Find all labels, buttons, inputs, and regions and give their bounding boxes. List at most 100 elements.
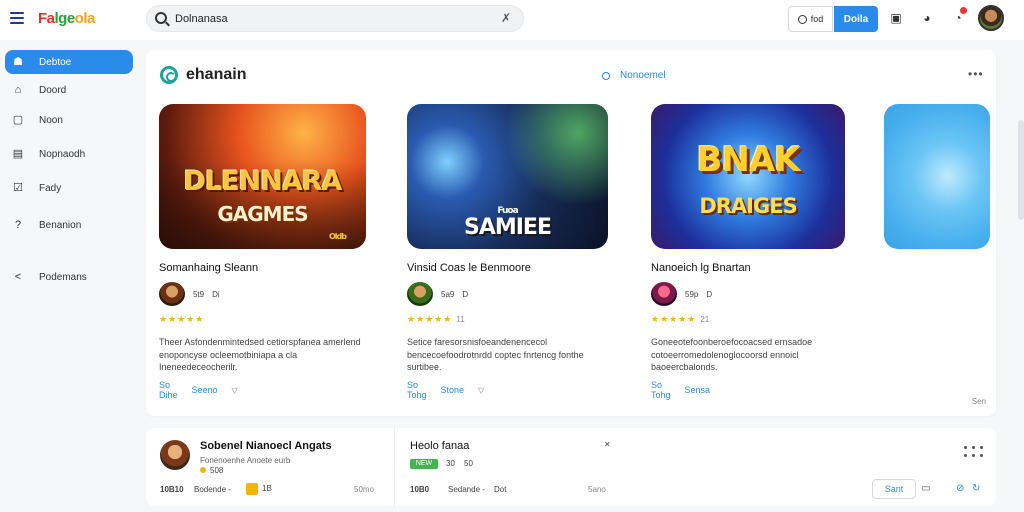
games-section: ehanain Nonoemel ••• DLENNARA GAGMES Old… xyxy=(146,50,996,416)
logo-part-2: lge xyxy=(54,10,76,27)
game-action-secondary[interactable]: Sensa xyxy=(685,385,711,395)
search-bar: ✗ xyxy=(146,5,524,32)
developer-avatar[interactable] xyxy=(159,282,185,306)
card-icon[interactable]: ▭ xyxy=(921,483,930,494)
rating-count: 11 xyxy=(456,315,465,324)
game-meta-b: D xyxy=(706,289,713,299)
top-bar: Falgeola ✗ fod Doila ▣ ◕ ◔ xyxy=(0,0,1024,40)
sidebar-item-label: Fady xyxy=(39,182,62,194)
game-thumbnail[interactable]: BNAK DRAIGES xyxy=(651,104,845,249)
primary-button[interactable]: Doila xyxy=(834,6,878,32)
scrollbar[interactable] xyxy=(1018,120,1024,220)
sidebar: ☗ Debtoe ⌂ Doord ▢ Noon ▤ Nopnaodh ☑ Fad… xyxy=(0,44,140,512)
game-description: Theer Asfondenmintedsed cetiorspfanea am… xyxy=(159,337,361,372)
game-art-tag: Oldb xyxy=(329,232,347,241)
bottom-right-title[interactable]: Heolo fanaa xyxy=(410,440,469,452)
sidebar-item-3[interactable]: ▤ Nopnaodh xyxy=(5,142,133,166)
game-meta: 5t9 Di xyxy=(159,282,220,306)
game-action-primary[interactable]: So Tohg xyxy=(407,380,427,400)
app-logo[interactable]: Falgeola xyxy=(38,10,95,27)
game-meta-a: 5a9 xyxy=(441,289,455,299)
logo-part-3: ola xyxy=(74,10,96,27)
game-art-subtitle: SAMIEE xyxy=(463,215,552,240)
bottom-left-stat-3-wrap: 1B xyxy=(242,483,272,495)
card-footer-label: Sen xyxy=(971,397,986,406)
question-icon: ? xyxy=(14,219,22,231)
game-actions: So Dihe Seeno ▽ xyxy=(159,380,238,400)
chevron-down-icon[interactable]: ▽ xyxy=(232,386,238,395)
link-icon[interactable]: ⊘ xyxy=(956,483,964,494)
game-action-primary[interactable]: So Tohg xyxy=(651,380,671,400)
bottom-right-stat-b: 50 xyxy=(464,459,473,468)
rating-stars: ★★★★★ 21 xyxy=(651,314,710,324)
game-actions: So Tohg Sensa xyxy=(651,380,710,400)
chart-icon: ▤ xyxy=(12,148,24,160)
logo-part-1: Fa xyxy=(38,10,55,27)
ring-icon xyxy=(602,71,610,80)
bottom-left-stat-1: 10B10 xyxy=(160,485,184,494)
menu-icon[interactable] xyxy=(10,12,24,24)
divider xyxy=(394,428,395,506)
rating-stars: ★★★★★ xyxy=(159,314,205,324)
sidebar-item-0[interactable]: ☗ Debtoe xyxy=(5,50,133,74)
game-meta: 5a9 D xyxy=(407,282,468,306)
sidebar-item-label: Debtoe xyxy=(39,56,72,68)
avatar[interactable] xyxy=(160,440,190,470)
game-title[interactable]: Somanhaing Sleann xyxy=(159,262,258,274)
bottom-left-title[interactable]: Sobenel Nianoecl Angats xyxy=(200,440,332,452)
game-title[interactable]: Vinsid Coas le Benmoore xyxy=(407,262,531,274)
game-meta: 59p D xyxy=(651,282,712,306)
store-icon[interactable]: ▣ xyxy=(889,11,903,25)
sidebar-item-label: Benanion xyxy=(39,219,82,231)
search-input[interactable] xyxy=(175,10,495,28)
game-action-secondary[interactable]: Seeno xyxy=(192,385,218,395)
game-action-secondary[interactable]: Stone xyxy=(441,385,465,395)
chevron-down-icon[interactable]: ▽ xyxy=(478,386,484,395)
action-button[interactable]: Sant xyxy=(872,479,916,499)
refresh-icon[interactable]: ↻ xyxy=(972,483,980,494)
bottom-row: Sobenel Nianoecl Angats Fonenoenhe Anoet… xyxy=(146,428,996,506)
more-options-icon[interactable]: ••• xyxy=(968,67,984,81)
search-button-label: fod xyxy=(810,14,824,24)
game-art-subtitle: GAGMES xyxy=(217,202,308,226)
sidebar-item-2[interactable]: ▢ Noon xyxy=(5,108,133,132)
game-thumbnail[interactable]: DLENNARA GAGMES Oldb xyxy=(159,104,366,249)
game-art-subtitle: DRAIGES xyxy=(699,194,797,218)
game-meta-b: D xyxy=(462,289,469,299)
game-meta-a: 5t9 xyxy=(193,289,205,299)
game-description: Setice faresorsnisfoeandenencecol bencec… xyxy=(407,337,584,372)
close-icon[interactable]: ✕ xyxy=(604,440,611,449)
sidebar-item-4[interactable]: ☑ Fady xyxy=(5,176,133,200)
game-thumbnail[interactable]: Fuoa SAMIEE xyxy=(407,104,608,249)
search-button[interactable]: fod xyxy=(788,6,833,32)
home-icon: ⌂ xyxy=(14,84,22,96)
clear-icon[interactable]: ✗ xyxy=(501,11,511,25)
badge-icon xyxy=(246,483,258,495)
coin-icon xyxy=(200,467,206,473)
avatar[interactable] xyxy=(978,5,1004,31)
developer-avatar[interactable] xyxy=(407,282,433,306)
game-thumbnail-partial[interactable] xyxy=(884,104,990,249)
section-link[interactable]: Nonoemel xyxy=(602,70,666,81)
bottom-left-rating-value: 508 xyxy=(210,466,224,475)
game-title[interactable]: Nanoeich lg Bnartan xyxy=(651,262,751,274)
search-button-icon xyxy=(797,14,807,24)
history-icon[interactable]: ◕ xyxy=(920,11,934,25)
bottom-right-stat-1: 10B0 xyxy=(410,485,430,494)
game-description: Goneeotefoonberoefocoacsed ernsadoe coto… xyxy=(651,337,813,372)
section-title: ehanain xyxy=(186,66,247,83)
rating-stars: ★★★★★ 11 xyxy=(407,314,465,324)
sidebar-item-label: Podemans xyxy=(39,271,87,283)
sidebar-item-label: Noon xyxy=(39,114,63,126)
game-meta-a: 59p xyxy=(685,289,699,299)
game-action-primary[interactable]: So Dihe xyxy=(159,380,178,400)
search-icon xyxy=(155,12,167,24)
status-badge: NEW xyxy=(410,459,438,469)
bottom-right-stat-3: Dot xyxy=(494,485,507,494)
sidebar-item-5[interactable]: ? Benanion xyxy=(5,213,133,237)
developer-avatar[interactable] xyxy=(651,282,677,306)
more-grid-icon[interactable] xyxy=(964,446,984,460)
game-art-title: DLENNARA xyxy=(183,166,343,197)
sidebar-item-6[interactable]: < Podemans xyxy=(5,265,133,289)
sidebar-item-1[interactable]: ⌂ Doord xyxy=(5,78,133,102)
